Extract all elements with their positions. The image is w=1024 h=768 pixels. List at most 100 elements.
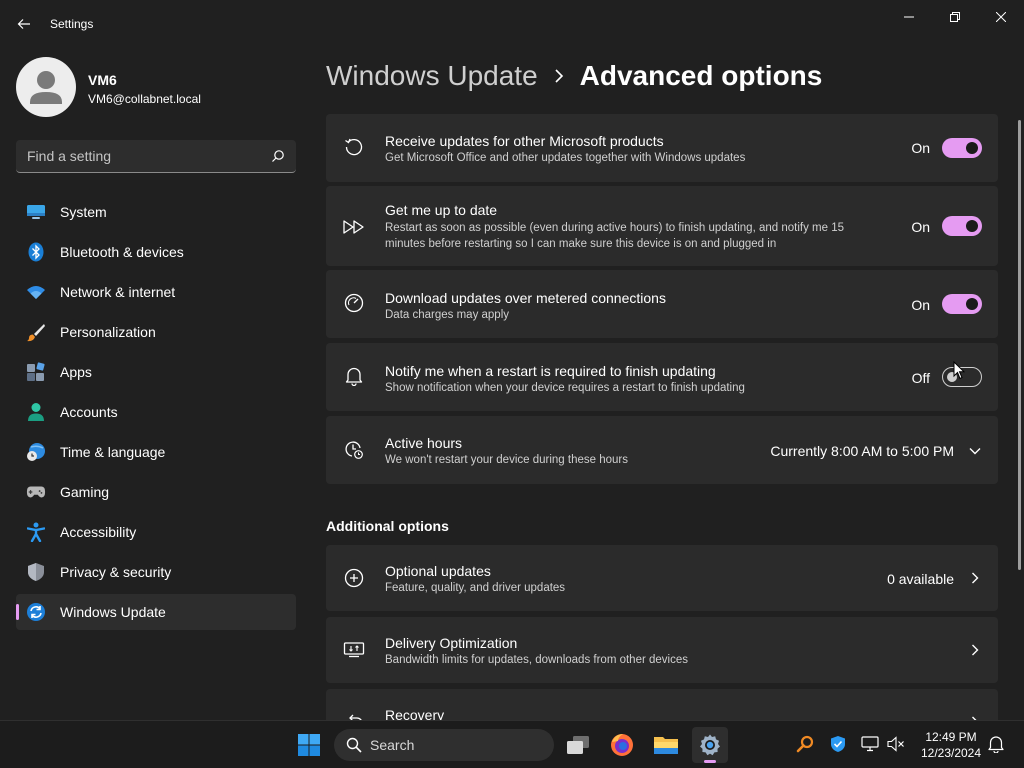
shield-icon [26, 562, 46, 582]
setting-card-other-products: Receive updates for other Microsoft prod… [326, 114, 998, 182]
restore-button[interactable] [932, 4, 978, 30]
sidebar-item-label: Accessibility [60, 524, 137, 540]
sidebar-item-label: System [60, 204, 107, 220]
search-icon[interactable] [271, 149, 285, 168]
setting-description: Show notification when your device requi… [385, 382, 745, 394]
clock-date: 12/23/2024 [920, 746, 982, 760]
globe-clock-icon [26, 442, 46, 462]
firefox-icon [611, 734, 633, 756]
sidebar-item-apps[interactable]: Apps [16, 354, 296, 390]
file-explorer-button[interactable] [648, 727, 684, 763]
clock-icon [343, 439, 365, 461]
chevron-down-icon[interactable] [968, 444, 982, 458]
page-title: Advanced options [579, 60, 823, 91]
avatar [16, 57, 76, 117]
app-title: Settings [50, 17, 94, 31]
setting-title: Delivery Optimization [385, 635, 518, 651]
sidebar-item-time-language[interactable]: Time & language [16, 434, 296, 470]
sidebar-item-privacy-security[interactable]: Privacy & security [16, 554, 296, 590]
back-button[interactable] [12, 12, 36, 36]
setting-title: Get me up to date [385, 202, 498, 218]
sidebar-item-accounts[interactable]: Accounts [16, 394, 296, 430]
close-button[interactable] [978, 4, 1024, 30]
clock-time: 12:49 PM [925, 730, 977, 744]
get-up-to-date-toggle[interactable] [942, 216, 982, 236]
setting-description: Restart as soon as possible (even during… [385, 222, 844, 250]
sidebar-item-label: Time & language [60, 444, 166, 460]
sidebar-item-label: Windows Update [60, 604, 166, 620]
restore-icon [950, 12, 960, 22]
sidebar-item-label: Accounts [60, 404, 118, 420]
settings-gear-icon [700, 734, 720, 756]
setting-card-active-hours[interactable]: Active hours We won't restart your devic… [326, 416, 998, 484]
setting-title: Optional updates [385, 563, 491, 579]
defender-icon[interactable] [828, 734, 848, 754]
setting-card-metered-connections: Download updates over metered connection… [326, 270, 998, 338]
notification-bell-icon[interactable] [986, 734, 1006, 754]
search-input[interactable] [16, 140, 266, 172]
title-bar: Settings [0, 0, 1024, 48]
sidebar-item-label: Gaming [60, 484, 110, 500]
network-icon[interactable] [860, 734, 880, 754]
minimize-button[interactable] [886, 4, 932, 30]
breadcrumb-parent-link[interactable]: Windows Update [326, 60, 538, 92]
taskbar: Search 12:49 PM 12/23/2024 [0, 720, 1024, 768]
other-products-toggle[interactable] [942, 138, 982, 158]
sidebar-item-bluetooth[interactable]: Bluetooth & devices [16, 234, 296, 270]
refresh-icon [343, 136, 365, 158]
setting-title: Active hours [385, 435, 463, 451]
toggle-state-label: On [911, 140, 930, 156]
settings-taskbar-button[interactable] [692, 727, 728, 763]
chevron-right-icon[interactable] [968, 571, 982, 585]
metered-connections-toggle[interactable] [942, 294, 982, 314]
section-heading-additional-options: Additional options [326, 518, 449, 534]
plus-circle-icon [343, 567, 365, 589]
magnifier-app-icon[interactable] [795, 734, 815, 754]
sidebar-item-gaming[interactable]: Gaming [16, 474, 296, 510]
scrollbar[interactable] [1018, 120, 1021, 570]
setting-card-restart-notification: Notify me when a restart is required to … [326, 343, 998, 411]
setting-card-optional-updates[interactable]: Optional updates Feature, quality, and d… [326, 545, 998, 611]
monitor-icon [26, 202, 46, 222]
setting-card-get-up-to-date: Get me up to date Restart as soon as pos… [326, 186, 998, 266]
toggle-state-label: On [911, 219, 930, 235]
setting-card-delivery-optimization[interactable]: Delivery Optimization Bandwidth limits f… [326, 617, 998, 683]
taskbar-search-label: Search [370, 737, 415, 753]
sidebar-item-label: Bluetooth & devices [60, 244, 184, 260]
user-profile[interactable]: VM6 VM6@collabnet.local [16, 57, 296, 117]
chevron-right-icon[interactable] [968, 643, 982, 657]
sidebar-item-personalization[interactable]: Personalization [16, 314, 296, 350]
task-view-button[interactable] [560, 727, 596, 763]
optional-updates-count: 0 available [887, 571, 954, 587]
start-button[interactable] [291, 727, 327, 763]
accessibility-icon [26, 522, 46, 542]
sidebar-item-system[interactable]: System [16, 194, 296, 230]
setting-card-recovery[interactable]: Recovery [326, 689, 998, 720]
arrow-left-icon [17, 19, 30, 29]
mouse-cursor-icon [953, 361, 965, 380]
setting-description: Feature, quality, and driver updates [385, 582, 566, 594]
sync-icon [26, 602, 46, 622]
toggle-state-label: On [911, 297, 930, 313]
sidebar-item-network[interactable]: Network & internet [16, 274, 296, 310]
chevron-right-icon [554, 69, 564, 83]
apps-icon [26, 362, 46, 382]
setting-description: Get Microsoft Office and other updates t… [385, 152, 746, 164]
setting-title: Recovery [385, 707, 445, 720]
minimize-icon [904, 16, 914, 18]
gauge-icon [343, 292, 365, 314]
windows-start-icon [298, 734, 320, 756]
sidebar-item-label: Network & internet [60, 284, 176, 300]
taskbar-clock[interactable]: 12:49 PM 12/23/2024 [918, 729, 984, 761]
fast-forward-icon [343, 216, 365, 238]
taskbar-search[interactable]: Search [334, 729, 554, 761]
gamepad-icon [26, 482, 46, 502]
sidebar-nav: System Bluetooth & devices Network & int… [16, 194, 296, 634]
task-view-icon [567, 736, 589, 754]
person-icon [26, 402, 46, 422]
sidebar-item-accessibility[interactable]: Accessibility [16, 514, 296, 550]
firefox-button[interactable] [604, 727, 640, 763]
setting-description: Data charges may apply [385, 309, 510, 321]
volume-muted-icon[interactable] [886, 734, 906, 754]
sidebar-item-windows-update[interactable]: Windows Update [16, 594, 296, 630]
